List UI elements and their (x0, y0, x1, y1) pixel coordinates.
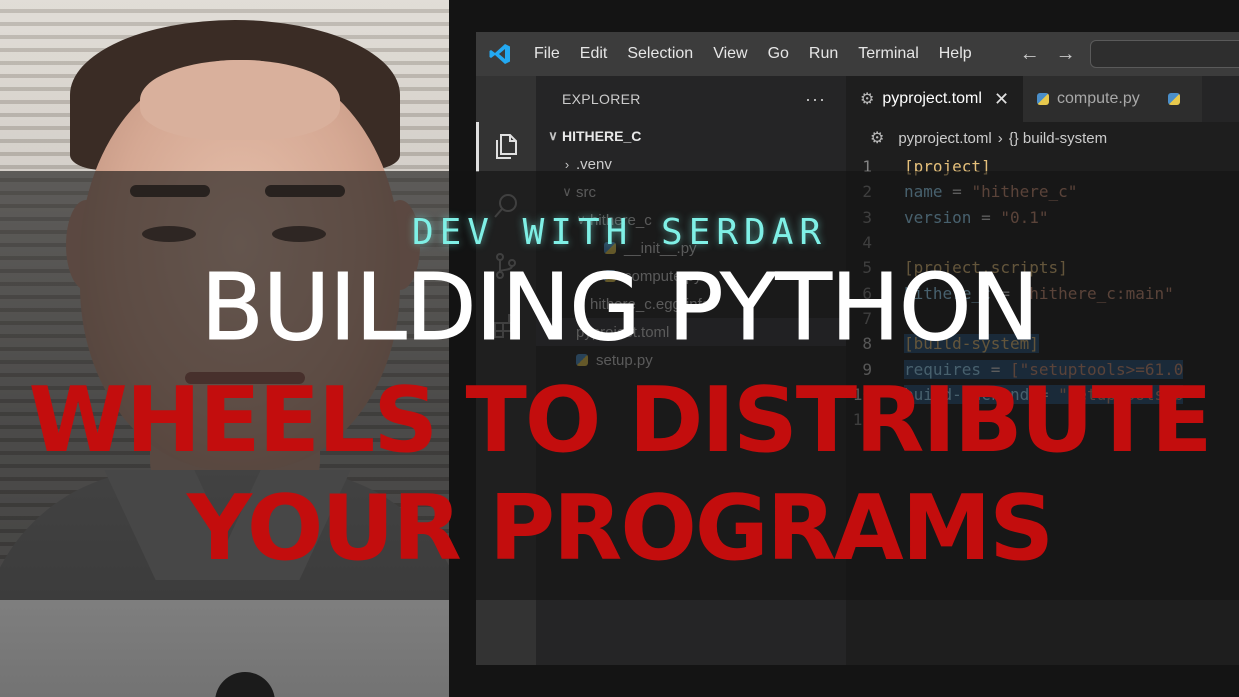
editor-tab[interactable]: ⚙ pyproject.toml ✕ (846, 76, 1024, 122)
breadcrumb-separator: › (997, 129, 1003, 147)
presenter-forehead (140, 60, 340, 140)
more-actions-icon[interactable]: ··· (805, 89, 826, 110)
video-title-line-1: BUILDING PYTHON (200, 254, 1039, 361)
tab-label: pyproject.toml (882, 90, 982, 107)
menu-item-terminal[interactable]: Terminal (848, 32, 928, 76)
menu-item-edit[interactable]: Edit (570, 32, 618, 76)
chevron-icon: ∨ (548, 128, 558, 143)
python-file-icon (1037, 93, 1050, 105)
video-title-line-2: WHEELS TO DISTRIBUTE (28, 368, 1212, 473)
activity-active-indicator (476, 122, 479, 172)
tree-item-label: .venv (576, 155, 612, 173)
toml-file-icon: ⚙ (860, 91, 875, 108)
vscode-logo-icon (476, 32, 524, 76)
explorer-title: EXPLORER (562, 91, 641, 107)
channel-name: DEV WITH SERDAR (411, 212, 828, 253)
video-title-line-3: YOUR PROGRAMS (186, 476, 1054, 581)
settings-gear-icon: ⚙ (870, 130, 885, 147)
menu-item-run[interactable]: Run (799, 32, 848, 76)
back-arrow-icon[interactable]: ← (1020, 43, 1040, 66)
menu-item-help[interactable]: Help (929, 32, 982, 76)
breadcrumb: ⚙ pyproject.toml › {} build-system (846, 122, 1239, 154)
overflow-tab[interactable] (1153, 76, 1202, 122)
menu-item-view[interactable]: View (703, 32, 757, 76)
python-file-icon (1167, 93, 1180, 105)
chevron-icon: › (564, 156, 570, 172)
command-center-search[interactable] (1090, 40, 1239, 68)
nav-arrows: ← → (1020, 43, 1076, 66)
menu-item-file[interactable]: File (524, 32, 570, 76)
tree-item-label: HITHERE_C (562, 128, 642, 144)
title-bar: File Edit Selection View Go Run Terminal Help ←… (476, 32, 1239, 76)
explorer-header: EXPLORER ··· (536, 76, 846, 122)
menu-item-selection[interactable]: Selection (617, 32, 703, 76)
explorer-files-icon[interactable] (488, 128, 524, 164)
breadcrumb-symbol[interactable]: {} build-system (1009, 130, 1107, 147)
menu-item-go[interactable]: Go (758, 32, 799, 76)
menu-bar: File Edit Selection View Go Run Terminal Help (524, 32, 982, 76)
breadcrumb-file[interactable]: pyproject.toml (898, 130, 991, 147)
editor-tab[interactable]: compute.py (1023, 76, 1154, 122)
editor-tabs: ⚙ pyproject.toml ✕ compute.py (846, 76, 1239, 122)
forward-arrow-icon[interactable]: → (1056, 43, 1076, 66)
tree-item[interactable]: ∨ HITHERE_C (536, 122, 846, 150)
tab-label: compute.py (1057, 90, 1140, 107)
close-tab-icon[interactable]: ✕ (994, 89, 1009, 110)
